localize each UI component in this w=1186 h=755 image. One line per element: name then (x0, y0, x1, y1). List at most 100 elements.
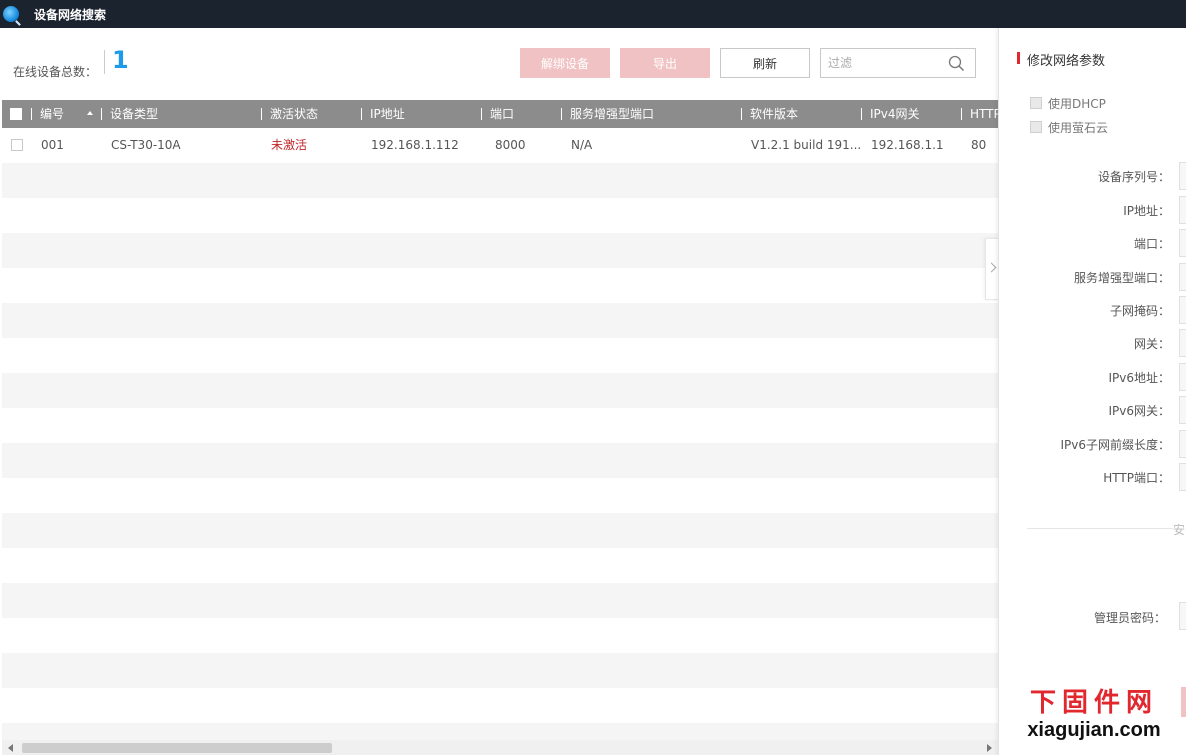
watermark-cn: 下固件网 (1029, 688, 1158, 718)
ipv6-gateway-field[interactable] (1179, 396, 1186, 424)
column-separator (961, 108, 962, 120)
table-row[interactable]: 001 CS-T30-10A 未激活 192.168.1.112 8000 N/… (2, 128, 998, 163)
row-checkbox[interactable] (11, 139, 23, 151)
unbind-device-button[interactable]: 解绑设备 (520, 48, 610, 78)
horizontal-scrollbar[interactable] (2, 740, 998, 755)
toolbar: 在线设备总数： 1 解绑设备 导出 刷新 (0, 28, 998, 100)
section-divider-label: 安 (1173, 523, 1186, 537)
empty-table-row (2, 618, 998, 653)
empty-table-row (2, 408, 998, 443)
watermark-en: xiagujian.com (1027, 719, 1161, 741)
use-dhcp-checkbox[interactable] (1030, 97, 1042, 109)
filter-input[interactable] (821, 49, 941, 77)
port-label: 端口： (1133, 237, 1170, 251)
cell-http: 80 (971, 138, 987, 152)
refresh-button[interactable]: 刷新 (720, 48, 810, 78)
scrollbar-thumb[interactable] (22, 743, 332, 753)
empty-table-row (2, 303, 998, 338)
online-total-label: 在线设备总数： (13, 65, 98, 79)
title-bar: 设备网络搜索 (0, 0, 1186, 28)
enhanced-port-field[interactable] (1179, 263, 1186, 291)
cell-enhanced-port: N/A (571, 138, 593, 152)
ipv6-label: IPv6地址： (1108, 371, 1170, 385)
ipv6-gateway-label: IPv6网关： (1108, 404, 1170, 418)
use-ezviz-option[interactable]: 使用萤石云 (1030, 120, 1109, 135)
ipv6-field[interactable] (1179, 363, 1186, 391)
sort-ascending-icon[interactable] (87, 111, 93, 115)
http-port-field[interactable] (1179, 463, 1186, 491)
use-dhcp-label: 使用DHCP (1048, 96, 1106, 111)
column-header-enhanced-port[interactable]: 服务增强型端口 (570, 100, 654, 128)
column-header-port[interactable]: 端口 (490, 100, 514, 128)
cell-ip: 192.168.1.112 (371, 138, 459, 152)
column-header-gateway[interactable]: IPv4网关 (870, 100, 920, 128)
subnet-mask-field[interactable] (1179, 296, 1186, 324)
port-field[interactable] (1179, 229, 1186, 257)
panel-title: 修改网络参数 (1027, 54, 1106, 69)
empty-table-row (2, 548, 998, 583)
device-list-panel: 在线设备总数： 1 解绑设备 导出 刷新 编号 设备类型 激活状态 IP地址 端… (0, 28, 998, 755)
column-header-http[interactable]: HTTP (970, 100, 998, 128)
column-header-version[interactable]: 软件版本 (750, 100, 798, 128)
column-separator (741, 108, 742, 120)
column-separator (861, 108, 862, 120)
scroll-right-icon[interactable] (987, 744, 992, 752)
select-all-checkbox[interactable] (10, 108, 22, 120)
use-ezviz-label: 使用萤石云 (1048, 120, 1109, 135)
ip-field[interactable] (1179, 196, 1186, 224)
use-ezviz-checkbox[interactable] (1030, 121, 1042, 133)
empty-table-row (2, 478, 998, 513)
gateway-field[interactable] (1179, 329, 1186, 357)
ipv6-prefix-field[interactable] (1179, 430, 1186, 458)
column-separator (31, 108, 32, 120)
column-header-no[interactable]: 编号 (40, 100, 64, 128)
admin-password-field[interactable] (1179, 602, 1186, 630)
column-separator (561, 108, 562, 120)
collapse-panel-handle[interactable] (985, 238, 998, 300)
cell-status: 未激活 (271, 138, 308, 152)
empty-table-row (2, 268, 998, 303)
network-params-panel: 修改网络参数 使用DHCP 使用萤石云 设备序列号： IP地址： 端口： 服务增… (998, 28, 1186, 755)
export-button[interactable]: 导出 (620, 48, 710, 78)
table-body: 001 CS-T30-10A 未激活 192.168.1.112 8000 N/… (2, 128, 998, 755)
watermark: 下固件网 xiagujian.com (1024, 688, 1164, 742)
empty-table-row (2, 198, 998, 233)
scroll-left-icon[interactable] (8, 744, 13, 752)
empty-table-row (2, 513, 998, 548)
admin-password-label: 管理员密码： (1093, 611, 1166, 625)
use-dhcp-option[interactable]: 使用DHCP (1030, 96, 1106, 111)
column-separator (101, 108, 102, 120)
ip-label: IP地址： (1123, 204, 1170, 218)
table-header: 编号 设备类型 激活状态 IP地址 端口 服务增强型端口 软件版本 IPv4网关… (2, 100, 998, 128)
column-header-ip[interactable]: IP地址 (370, 100, 405, 128)
cell-version: V1.2.1 build 191... (751, 138, 862, 152)
cell-gateway: 192.168.1.1 (871, 138, 944, 152)
column-separator (361, 108, 362, 120)
subnet-mask-label: 子网掩码： (1109, 304, 1170, 318)
column-header-type[interactable]: 设备类型 (110, 100, 158, 128)
column-header-status[interactable]: 激活状态 (270, 100, 318, 128)
filter-box (820, 48, 976, 78)
window-title: 设备网络搜索 (34, 7, 107, 22)
title-accent-bar (1017, 52, 1020, 64)
column-separator (261, 108, 262, 120)
column-separator (481, 108, 482, 120)
http-port-label: HTTP端口： (1103, 471, 1170, 485)
serial-label: 设备序列号： (1097, 170, 1170, 184)
cell-no: 001 (41, 138, 64, 152)
ipv6-prefix-label: IPv6子网前缀长度： (1060, 438, 1170, 452)
empty-table-row (2, 373, 998, 408)
empty-table-row (2, 338, 998, 373)
app-logo-icon (3, 6, 19, 22)
enhanced-port-label: 服务增强型端口： (1073, 271, 1170, 285)
serial-field[interactable] (1179, 162, 1186, 190)
empty-table-row (2, 163, 998, 198)
search-icon[interactable] (948, 55, 965, 72)
confirm-button[interactable] (1181, 687, 1186, 717)
empty-table-row (2, 653, 998, 688)
empty-table-row (2, 583, 998, 618)
cell-port: 8000 (495, 138, 526, 152)
online-total-count: 1 (112, 46, 129, 74)
divider (104, 50, 105, 74)
empty-table-row (2, 443, 998, 478)
